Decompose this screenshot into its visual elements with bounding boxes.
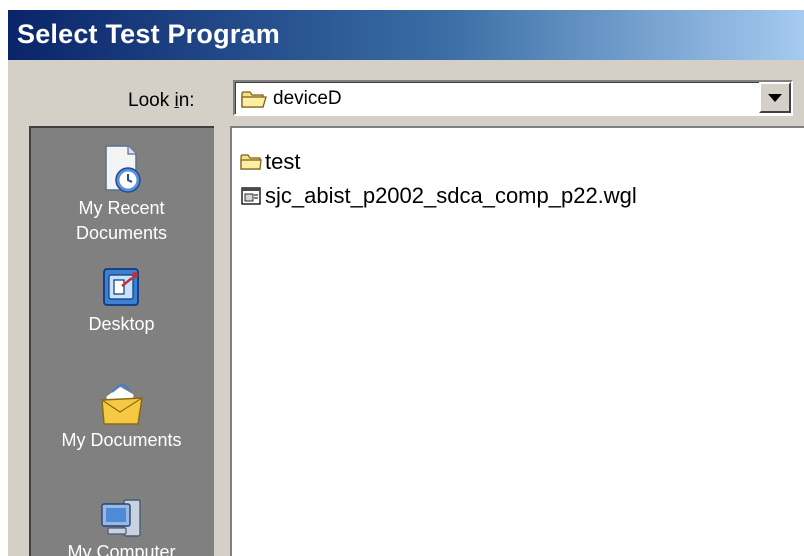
places-item-desktop[interactable]: Desktop — [31, 266, 212, 337]
places-item-label: Documents — [75, 223, 168, 243]
title-bar[interactable]: Select Test Program — [8, 10, 804, 62]
my-documents-icon — [100, 382, 143, 425]
look-in-label: Look in: — [128, 90, 195, 112]
file-name: sjc_abist_p2002_sdca_comp_p22.wgl — [265, 183, 637, 208]
file-list[interactable]: test sjc_abist_p2002_sdca_comp_p22.wgl — [230, 126, 804, 556]
dialog-title: Select Test Program — [17, 19, 280, 49]
chevron-down-icon — [768, 94, 782, 102]
list-item[interactable]: test — [240, 148, 300, 176]
places-item-label: Desktop — [88, 314, 155, 334]
desktop-icon — [102, 268, 139, 306]
folder-icon — [241, 91, 267, 108]
select-test-program-dialog: Select Test Program Look in: deviceD My … — [8, 10, 804, 556]
places-item-label: My Documents — [61, 430, 182, 450]
places-item-recent-documents[interactable]: My Recent Documents — [31, 144, 212, 246]
file-icon — [241, 187, 261, 205]
look-in-value: deviceD — [273, 88, 342, 109]
look-in-dropdown-button[interactable] — [759, 82, 791, 113]
look-in-label-prefix: Look — [128, 90, 175, 111]
places-item-label: My Recent — [78, 198, 165, 218]
places-item-label: My Computer — [67, 542, 176, 556]
look-in-label-suffix: n: — [178, 90, 195, 111]
file-name: test — [265, 149, 301, 174]
look-in-dropdown[interactable]: deviceD — [233, 80, 793, 116]
list-item[interactable]: sjc_abist_p2002_sdca_comp_p22.wgl — [240, 182, 637, 210]
my-computer-icon — [100, 499, 141, 537]
folder-icon — [240, 154, 262, 170]
places-bar: My Recent Documents Desktop My Documents — [29, 126, 214, 556]
recent-documents-icon — [104, 145, 141, 193]
places-item-my-computer[interactable]: My Computer — [31, 496, 212, 556]
places-item-my-documents[interactable]: My Documents — [31, 378, 212, 453]
